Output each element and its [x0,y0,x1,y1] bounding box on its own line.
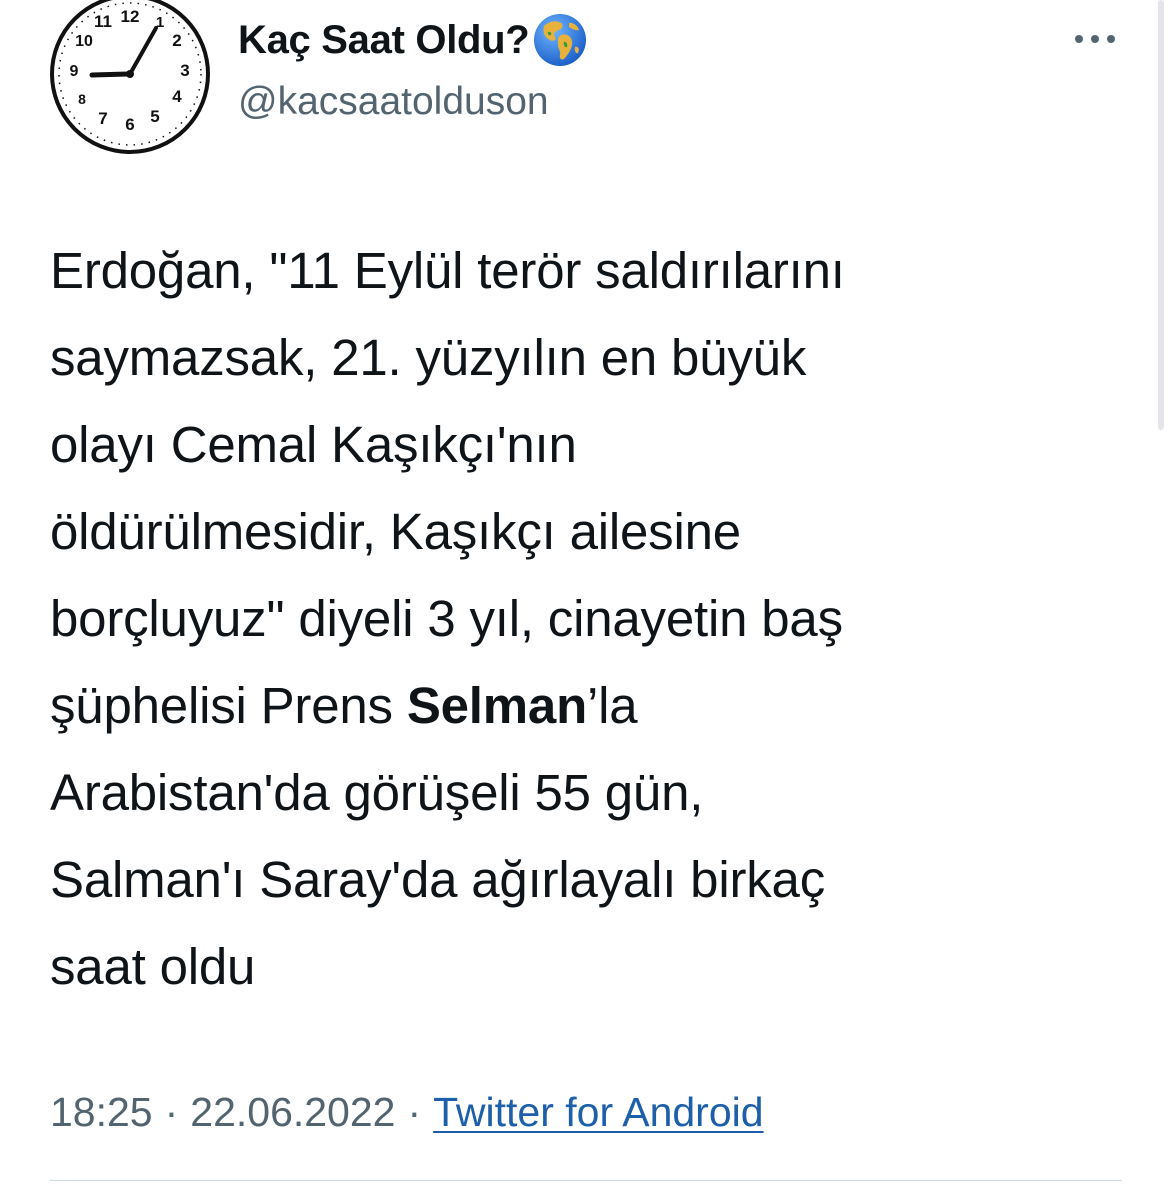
source-link[interactable]: Twitter for Android [433,1089,763,1135]
globe-earth-icon [531,11,589,69]
clock-number-3: 3 [180,61,189,80]
clock-number-2: 2 [172,31,181,50]
more-options-button[interactable] [1068,22,1122,56]
divider [50,1180,1122,1181]
scrollbar[interactable] [1158,0,1164,430]
separator: · [407,1089,422,1135]
tweet-line: olayı Cemal Kaşıkçı'nın [50,416,577,473]
tweet-line: Salman'ı Saray'da ağırlayalı birkaç [50,851,826,908]
bold-name: Selman [406,677,588,734]
author-info: Kaç Saat Oldu? @kacsaatolduson [238,12,589,130]
clock-number-12: 12 [121,7,140,26]
clock-number-6: 6 [125,115,134,134]
clock-number-11: 11 [94,12,112,31]
clock-number-4: 4 [172,87,182,106]
tweet-time[interactable]: 18:25 [50,1089,153,1135]
tweet-date[interactable]: 22.06.2022 [190,1089,395,1135]
tweet-text: Erdoğan, "11 Eylül terör saldırılarını s… [50,227,1140,1010]
more-options-icon [1075,35,1115,43]
tweet-text-segment: ’la [587,677,638,734]
clock-number-10: 10 [75,33,93,50]
clock-number-7: 7 [98,109,107,128]
clock-avatar-icon: 12 1 2 3 4 5 6 7 8 9 10 11 [50,0,210,154]
user-handle[interactable]: @kacsaatolduson [238,74,589,130]
separator: · [164,1089,179,1135]
clock-number-5: 5 [150,107,159,126]
tweet-text-segment: şüphelisi Prens [50,677,407,734]
display-name[interactable]: Kaç Saat Oldu? [238,12,530,68]
clock-number-8: 8 [78,91,86,107]
tweet-line: öldürülmesidir, Kaşıkçı ailesine [50,503,741,560]
tweet-line: borçluyuz" diyeli 3 yıl, cinayetin baş [50,590,843,647]
avatar[interactable]: 12 1 2 3 4 5 6 7 8 9 10 11 [46,0,214,154]
tweet-metadata: 18:25 · 22.06.2022 · Twitter for Android [50,1084,764,1140]
tweet-line: saat oldu [50,938,256,995]
tweet-line-with-bold: şüphelisi Prens Selman’la [50,662,1140,749]
tweet-line: Arabistan'da görüşeli 55 gün, [50,764,704,821]
clock-number-9: 9 [70,63,79,80]
tweet-line: Erdoğan, "11 Eylül terör saldırılarını [50,242,845,299]
display-name-row[interactable]: Kaç Saat Oldu? [238,12,589,68]
tweet-line: saymazsak, 21. yüzyılın en büyük [50,329,807,386]
